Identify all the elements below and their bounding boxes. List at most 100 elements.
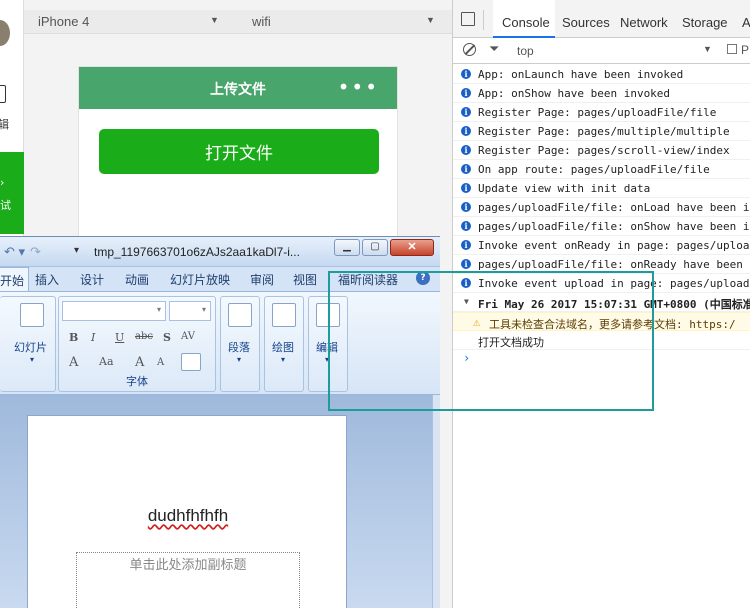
tab-console[interactable]: Console	[493, 0, 555, 38]
info-icon: i	[461, 69, 471, 79]
navigation-bar: 上传文件 •••	[79, 67, 397, 109]
clear-console-icon[interactable]	[463, 43, 476, 56]
log-entry: i Register Page: pages/multiple/multiple	[453, 122, 750, 141]
subtitle-placeholder[interactable]: 单击此处添加副标题	[76, 552, 300, 608]
avatar[interactable]	[0, 20, 10, 46]
customize-toolbar-icon[interactable]: ▾	[74, 245, 79, 256]
maximize-button[interactable]: ▢	[362, 239, 388, 256]
editing-group: 编辑 ▾	[308, 296, 348, 392]
help-icon[interactable]: ?	[416, 271, 430, 285]
network-select[interactable]: wifi	[252, 14, 271, 29]
tab-appdata[interactable]: Ap	[742, 15, 750, 30]
expand-triangle-icon[interactable]: ▼	[464, 297, 469, 306]
caret-down-icon[interactable]: ▼	[703, 44, 712, 54]
devtools-panel: Console Sources Network Storage Ap ⏷ top…	[452, 0, 750, 608]
clear-formatting-icon[interactable]	[181, 353, 201, 371]
editing-label[interactable]: 编辑	[316, 339, 338, 355]
debug-button[interactable]: › 试	[0, 152, 24, 234]
more-icon[interactable]: •••	[338, 75, 379, 99]
console-filter-bar: ⏷ top ▼ P	[453, 38, 750, 64]
binoculars-icon[interactable]	[316, 303, 340, 327]
tab-foxit-reader[interactable]: 福昕阅读器	[338, 271, 398, 288]
tab-design[interactable]: 设计	[80, 271, 104, 288]
vertical-scrollbar[interactable]	[432, 395, 440, 608]
font-size-select[interactable]: ▾	[169, 301, 211, 321]
tab-review[interactable]: 审阅	[250, 271, 274, 288]
shapes-icon[interactable]	[272, 303, 296, 327]
info-icon: i	[461, 183, 471, 193]
tab-insert[interactable]: 插入	[35, 271, 59, 288]
log-group-header[interactable]: ▼ Fri May 26 2017 15:07:31 GMT+0800 (中国标准	[453, 293, 750, 312]
italic-button[interactable]: I	[91, 331, 95, 344]
log-entry: i Invoke event upload in page: pages/uplo…	[453, 274, 750, 293]
bold-button[interactable]: B	[69, 331, 78, 344]
tab-slideshow[interactable]: 幻灯片放映	[170, 271, 230, 288]
devtools-tabbar: Console Sources Network Storage Ap	[453, 0, 750, 38]
log-entry: i Register Page: pages/uploadFile/file	[453, 103, 750, 122]
info-icon: i	[461, 164, 471, 174]
slide-canvas[interactable]: dudhfhfhfh 单击此处添加副标题	[27, 415, 347, 608]
info-icon: i	[461, 259, 471, 269]
font-group: ▾ ▾ B I U abc S AV A Aa A A 字体	[58, 296, 216, 392]
device-select[interactable]: iPhone 4	[38, 14, 89, 29]
log-entry: i App: onLaunch have been invoked	[453, 65, 750, 84]
info-icon: i	[461, 278, 471, 288]
close-button[interactable]: ✕	[390, 239, 434, 256]
drawing-group: 绘图 ▾	[264, 296, 304, 392]
text-shadow-button[interactable]: S	[163, 331, 171, 344]
caret-down-icon[interactable]: ▼	[210, 15, 219, 25]
log-entry: i Register Page: pages/scroll-view/index	[453, 141, 750, 160]
inspect-icon[interactable]	[461, 12, 475, 26]
shrink-font-button[interactable]: A	[157, 357, 164, 368]
caret-down-icon[interactable]: ▾	[281, 355, 285, 364]
device-bar: iPhone 4 ▼ wifi ▼	[24, 10, 452, 34]
window-titlebar[interactable]: ↶ ▾ ↷ ▾ tmp_1197663701o6zAJs2aa1kaDl7-i.…	[0, 237, 440, 267]
caret-down-icon[interactable]: ▼	[426, 15, 435, 25]
drawing-label[interactable]: 绘图	[272, 339, 294, 355]
editor-label[interactable]: 辑	[0, 116, 9, 132]
prompt-chevron-icon: ›	[463, 351, 471, 365]
caret-down-icon[interactable]: ▾	[30, 355, 34, 364]
filter-icon[interactable]: ⏷	[489, 41, 499, 57]
font-color-button[interactable]: A	[69, 355, 78, 370]
log-entry: 打开文档成功	[453, 331, 750, 350]
tab-home[interactable]: 开始	[0, 267, 30, 291]
tab-storage[interactable]: Storage	[682, 15, 728, 30]
slide-title[interactable]: dudhfhfhfh	[28, 506, 348, 526]
minimize-button[interactable]: ▁	[334, 239, 360, 256]
console-prompt[interactable]: ›	[453, 350, 750, 368]
new-slide-icon[interactable]	[20, 303, 44, 327]
phone-icon[interactable]	[0, 85, 6, 103]
caret-down-icon[interactable]: ▾	[237, 355, 241, 364]
preserve-log-label: P	[741, 43, 750, 57]
tab-animation[interactable]: 动画	[125, 271, 149, 288]
tab-sources[interactable]: Sources	[562, 15, 610, 30]
strikethrough-button[interactable]: abc	[135, 331, 153, 342]
grow-font-button[interactable]: A	[135, 355, 144, 370]
redo-icon[interactable]: ↷	[30, 244, 41, 260]
log-entry: i App: onShow have been invoked	[453, 84, 750, 103]
ribbon-tabs: 开始 插入 设计 动画 幻灯片放映 审阅 视图 福昕阅读器 ?	[0, 267, 440, 291]
info-icon: i	[461, 221, 471, 231]
change-case-button[interactable]: Aa	[99, 355, 114, 368]
open-file-button[interactable]: 打开文件	[99, 129, 379, 174]
paragraph-icon[interactable]	[228, 303, 252, 327]
info-icon: i	[461, 107, 471, 117]
slides-label[interactable]: 幻灯片	[14, 339, 47, 355]
paragraph-label[interactable]: 段落	[228, 339, 250, 355]
tab-network[interactable]: Network	[620, 15, 668, 30]
console-output: i App: onLaunch have been invoked i App: o…	[453, 65, 750, 368]
info-icon: i	[461, 202, 471, 212]
slides-group: 幻灯片 ▾	[0, 296, 56, 392]
underline-button[interactable]: U	[115, 331, 124, 344]
log-entry: i pages/uploadFile/file: onReady have bee…	[453, 255, 750, 274]
context-select[interactable]: top	[517, 44, 534, 58]
undo-icon[interactable]: ↶ ▾	[4, 244, 25, 260]
font-name-select[interactable]: ▾	[62, 301, 166, 321]
log-entry: i pages/uploadFile/file: onLoad have been…	[453, 198, 750, 217]
paragraph-group: 段落 ▾	[220, 296, 260, 392]
character-spacing-button[interactable]: AV	[181, 331, 195, 342]
caret-down-icon[interactable]: ▾	[325, 355, 329, 364]
tab-view[interactable]: 视图	[293, 271, 317, 288]
preserve-log-checkbox[interactable]	[727, 44, 737, 54]
